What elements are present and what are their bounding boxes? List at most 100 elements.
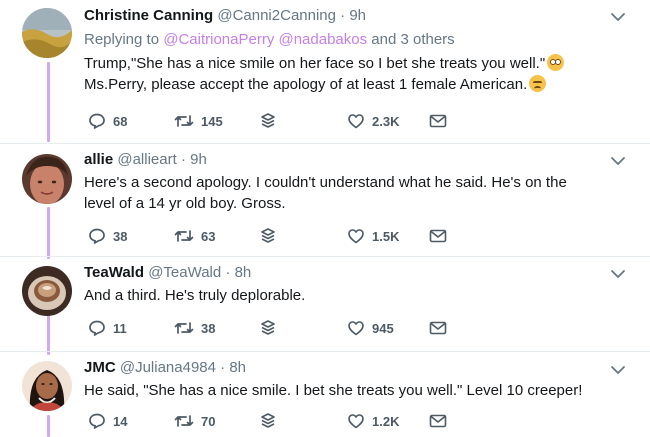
- stack-button[interactable]: [260, 110, 283, 132]
- tweet-actions: 14 70 1.2K: [84, 410, 504, 432]
- replying-to-label: Replying to: [84, 31, 160, 48]
- like-count: 2.3K: [372, 113, 400, 129]
- chevron-down-icon[interactable]: [610, 362, 626, 378]
- timestamp[interactable]: 8h: [235, 264, 252, 281]
- heart-icon: [348, 414, 364, 429]
- heart-icon: [348, 229, 364, 244]
- user-handle[interactable]: @TeaWald: [148, 264, 221, 281]
- retweet-icon: [174, 230, 194, 242]
- like-count: 1.2K: [372, 413, 400, 429]
- like-button[interactable]: 2.3K: [347, 110, 399, 132]
- tweet-text-line: Here's a second apology. I couldn't unde…: [84, 174, 567, 191]
- stack-button[interactable]: [260, 317, 283, 339]
- stack-button[interactable]: [260, 225, 283, 247]
- reply-button[interactable]: 14: [88, 410, 127, 432]
- retweet-button[interactable]: 70: [174, 410, 215, 432]
- envelope-icon: [429, 414, 447, 428]
- like-button[interactable]: 1.5K: [347, 225, 399, 247]
- display-name[interactable]: Christine Canning: [84, 7, 213, 24]
- tweet-text: Here's a second apology. I couldn't unde…: [84, 172, 610, 214]
- tweet[interactable]: allie @allieart · 9h Here's a second apo…: [0, 145, 650, 257]
- mention-link[interactable]: @nadabakos: [278, 31, 367, 48]
- reply-button[interactable]: 11: [88, 317, 127, 339]
- reply-count: 14: [113, 413, 128, 429]
- tweet-text: Trump,"She has a nice smile on her face …: [84, 53, 610, 95]
- timestamp[interactable]: 9h: [190, 151, 207, 168]
- envelope-icon: [429, 229, 447, 243]
- like-button[interactable]: 1.2K: [347, 410, 399, 432]
- display-name[interactable]: allie: [84, 151, 113, 168]
- tweet-header: TeaWald @TeaWald · 8h: [84, 263, 610, 283]
- user-handle[interactable]: @Juliana4984: [120, 359, 216, 376]
- separator-dot: ·: [225, 264, 231, 281]
- timestamp[interactable]: 9h: [349, 7, 366, 24]
- tweet-text-line: And a third. He's truly deplorable.: [84, 287, 306, 304]
- separator-dot: ·: [340, 7, 346, 24]
- tweet[interactable]: JMC @Juliana4984 · 8h He said, "She has …: [0, 353, 650, 437]
- avatar[interactable]: [22, 8, 72, 58]
- retweet-button[interactable]: 63: [174, 225, 215, 247]
- reply-icon: [89, 228, 105, 244]
- heart-icon: [348, 321, 364, 336]
- like-button[interactable]: 945: [347, 317, 394, 339]
- tweet[interactable]: Christine Canning @Canni2Canning · 9h Re…: [0, 0, 650, 144]
- retweet-count: 38: [201, 320, 216, 336]
- reply-count: 38: [113, 228, 128, 244]
- avatar[interactable]: [22, 266, 72, 316]
- display-name[interactable]: JMC: [84, 359, 116, 376]
- tweet-actions: 11 38 945: [84, 317, 504, 339]
- display-name[interactable]: TeaWald: [84, 264, 144, 281]
- tweet-header: allie @allieart · 9h: [84, 150, 610, 170]
- reply-count: 11: [113, 320, 127, 336]
- reply-icon: [89, 320, 105, 336]
- like-count: 945: [372, 320, 394, 336]
- user-handle[interactable]: @Canni2Canning: [217, 7, 336, 24]
- timestamp[interactable]: 8h: [229, 359, 246, 376]
- reply-icon: [89, 113, 105, 129]
- separator-dot: ·: [180, 151, 186, 168]
- reply-button[interactable]: 68: [88, 110, 127, 132]
- retweet-button[interactable]: 38: [174, 317, 215, 339]
- retweet-icon: [174, 115, 194, 127]
- direct-message-button[interactable]: [429, 410, 454, 432]
- like-count: 1.5K: [372, 228, 400, 244]
- reply-icon: [89, 413, 105, 429]
- retweet-count: 70: [201, 413, 216, 429]
- stack-icon: [261, 228, 275, 243]
- stack-icon: [261, 413, 275, 428]
- retweet-count: 63: [201, 228, 216, 244]
- chevron-down-icon[interactable]: [610, 266, 626, 282]
- tweet-text: And a third. He's truly deplorable.: [84, 285, 610, 306]
- mention-link[interactable]: @CaitrionaPerry: [163, 31, 274, 48]
- tweet-header: Christine Canning @Canni2Canning · 9h: [84, 6, 610, 26]
- tweet-text-line: level of a 14 yr old boy. Gross.: [84, 195, 286, 212]
- tweet-header: JMC @Juliana4984 · 8h: [84, 358, 610, 378]
- separator-dot: ·: [220, 359, 226, 376]
- tweet-text-line: He said, "She has a nice smile. I bet sh…: [84, 382, 583, 399]
- envelope-icon: [429, 321, 447, 335]
- retweet-icon: [174, 322, 194, 334]
- chevron-down-icon[interactable]: [610, 9, 626, 25]
- tweet[interactable]: TeaWald @TeaWald · 8h And a third. He's …: [0, 258, 650, 352]
- reply-count: 68: [113, 113, 128, 129]
- replying-to-others[interactable]: and 3 others: [371, 31, 454, 48]
- heart-icon: [348, 114, 364, 129]
- chevron-down-icon[interactable]: [610, 153, 626, 169]
- tweet-text: He said, "She has a nice smile. I bet sh…: [84, 380, 610, 401]
- tweet-actions: 68 145 2.3K: [84, 110, 504, 132]
- reply-button[interactable]: 38: [88, 225, 127, 247]
- replying-to: Replying to @CaitrionaPerry @nadabakos a…: [84, 29, 610, 51]
- avatar[interactable]: [22, 361, 72, 411]
- envelope-icon: [429, 114, 447, 128]
- stack-button[interactable]: [260, 410, 283, 432]
- direct-message-button[interactable]: [429, 317, 454, 339]
- stack-icon: [261, 320, 275, 335]
- tweet-text-line: Trump,"She has a nice smile on her face …: [84, 55, 546, 72]
- retweet-button[interactable]: 145: [174, 110, 223, 132]
- avatar[interactable]: [22, 154, 72, 204]
- user-handle[interactable]: @allieart: [117, 151, 176, 168]
- flushed-face-emoji: [547, 54, 565, 71]
- direct-message-button[interactable]: [429, 110, 454, 132]
- direct-message-button[interactable]: [429, 225, 454, 247]
- stack-icon: [261, 113, 275, 128]
